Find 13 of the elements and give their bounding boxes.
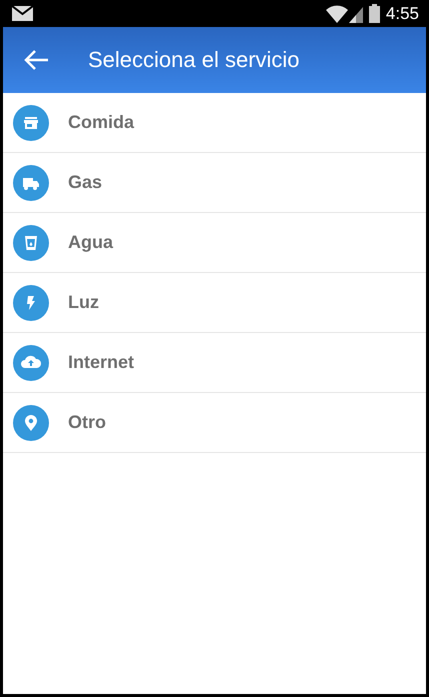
wifi-icon [326, 4, 348, 22]
store-icon [13, 104, 49, 140]
battery-icon [368, 4, 380, 23]
cup-icon [13, 224, 49, 260]
signal-icon [348, 4, 363, 22]
toolbar-title: Selecciona el servicio [88, 47, 300, 73]
back-button[interactable] [24, 49, 49, 71]
mail-icon [12, 6, 33, 21]
lightning-icon [13, 284, 49, 320]
cloud-upload-icon [13, 344, 49, 380]
truck-icon [13, 164, 49, 200]
status-time: 4:55 [386, 4, 419, 24]
location-pin-icon [13, 404, 49, 440]
